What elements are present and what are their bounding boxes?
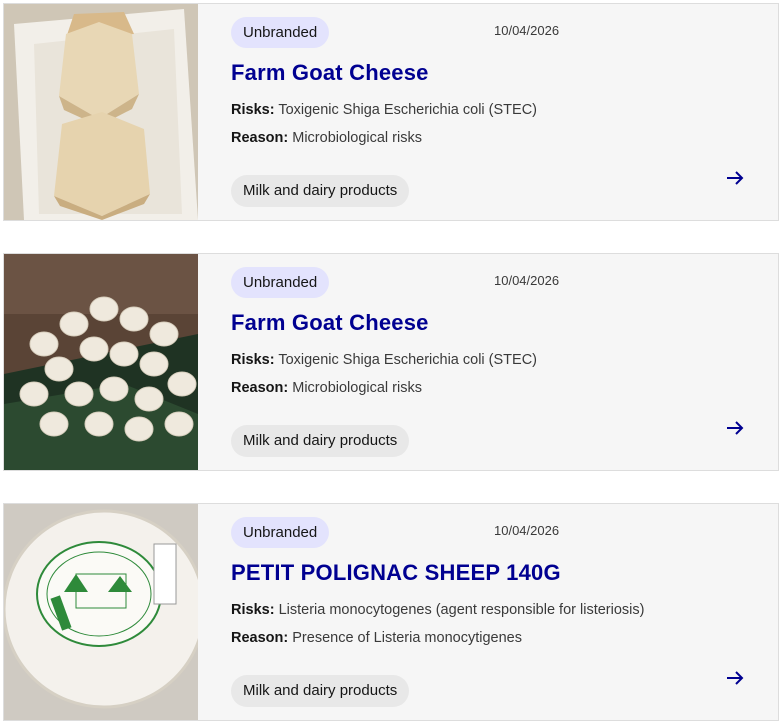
product-title[interactable]: PETIT POLIGNAC SHEEP 140G bbox=[231, 560, 561, 586]
reason-label: Reason: bbox=[231, 630, 289, 646]
risks-line: Risks: Toxigenic Shiga Escherichia coli … bbox=[231, 352, 537, 368]
product-image bbox=[4, 504, 198, 720]
product-image bbox=[4, 254, 198, 470]
risks-value: Toxigenic Shiga Escherichia coli (STEC) bbox=[278, 352, 537, 368]
arrow-right-icon[interactable] bbox=[724, 167, 746, 189]
risks-line: Risks: Listeria monocytogenes (agent res… bbox=[231, 602, 644, 618]
arrow-right-icon[interactable] bbox=[724, 667, 746, 689]
reason-value: Microbiological risks bbox=[292, 380, 422, 396]
product-image bbox=[4, 4, 198, 220]
brand-badge: Unbranded bbox=[231, 267, 330, 298]
card-content: Unbranded 10/04/2026 PETIT POLIGNAC SHEE… bbox=[198, 504, 778, 720]
reason-value: Presence of Listeria monocytigenes bbox=[292, 630, 522, 646]
reason-value: Microbiological risks bbox=[292, 130, 422, 146]
risks-label: Risks: bbox=[231, 102, 275, 118]
risks-label: Risks: bbox=[231, 602, 275, 618]
card-content: Unbranded 10/04/2026 Farm Goat Cheese Ri… bbox=[198, 4, 778, 220]
reason-line: Reason: Microbiological risks bbox=[231, 130, 422, 146]
product-title[interactable]: Farm Goat Cheese bbox=[231, 310, 429, 336]
risks-label: Risks: bbox=[231, 352, 275, 368]
card-content: Unbranded 10/04/2026 Farm Goat Cheese Ri… bbox=[198, 254, 778, 470]
brand-badge: Unbranded bbox=[231, 17, 330, 48]
risks-value: Toxigenic Shiga Escherichia coli (STEC) bbox=[278, 102, 537, 118]
risks-line: Risks: Toxigenic Shiga Escherichia coli … bbox=[231, 102, 537, 118]
product-title[interactable]: Farm Goat Cheese bbox=[231, 60, 429, 86]
recall-card[interactable]: Unbranded 10/04/2026 Farm Goat Cheese Ri… bbox=[3, 3, 779, 221]
reason-label: Reason: bbox=[231, 380, 289, 396]
reason-label: Reason: bbox=[231, 130, 289, 146]
category-tag[interactable]: Milk and dairy products bbox=[231, 425, 410, 457]
recall-card[interactable]: Unbranded 10/04/2026 PETIT POLIGNAC SHEE… bbox=[3, 503, 779, 721]
arrow-right-icon[interactable] bbox=[724, 417, 746, 439]
publication-date: 10/04/2026 bbox=[494, 273, 560, 288]
category-tag[interactable]: Milk and dairy products bbox=[231, 175, 410, 207]
publication-date: 10/04/2026 bbox=[494, 523, 560, 538]
reason-line: Reason: Presence of Listeria monocytigen… bbox=[231, 630, 522, 646]
publication-date: 10/04/2026 bbox=[494, 23, 560, 38]
recall-list: Unbranded 10/04/2026 Farm Goat Cheese Ri… bbox=[0, 0, 782, 723]
recall-card[interactable]: Unbranded 10/04/2026 Farm Goat Cheese Ri… bbox=[3, 253, 779, 471]
risks-value: Listeria monocytogenes (agent responsibl… bbox=[278, 602, 645, 618]
brand-badge: Unbranded bbox=[231, 517, 330, 548]
reason-line: Reason: Microbiological risks bbox=[231, 380, 422, 396]
category-tag[interactable]: Milk and dairy products bbox=[231, 675, 410, 707]
